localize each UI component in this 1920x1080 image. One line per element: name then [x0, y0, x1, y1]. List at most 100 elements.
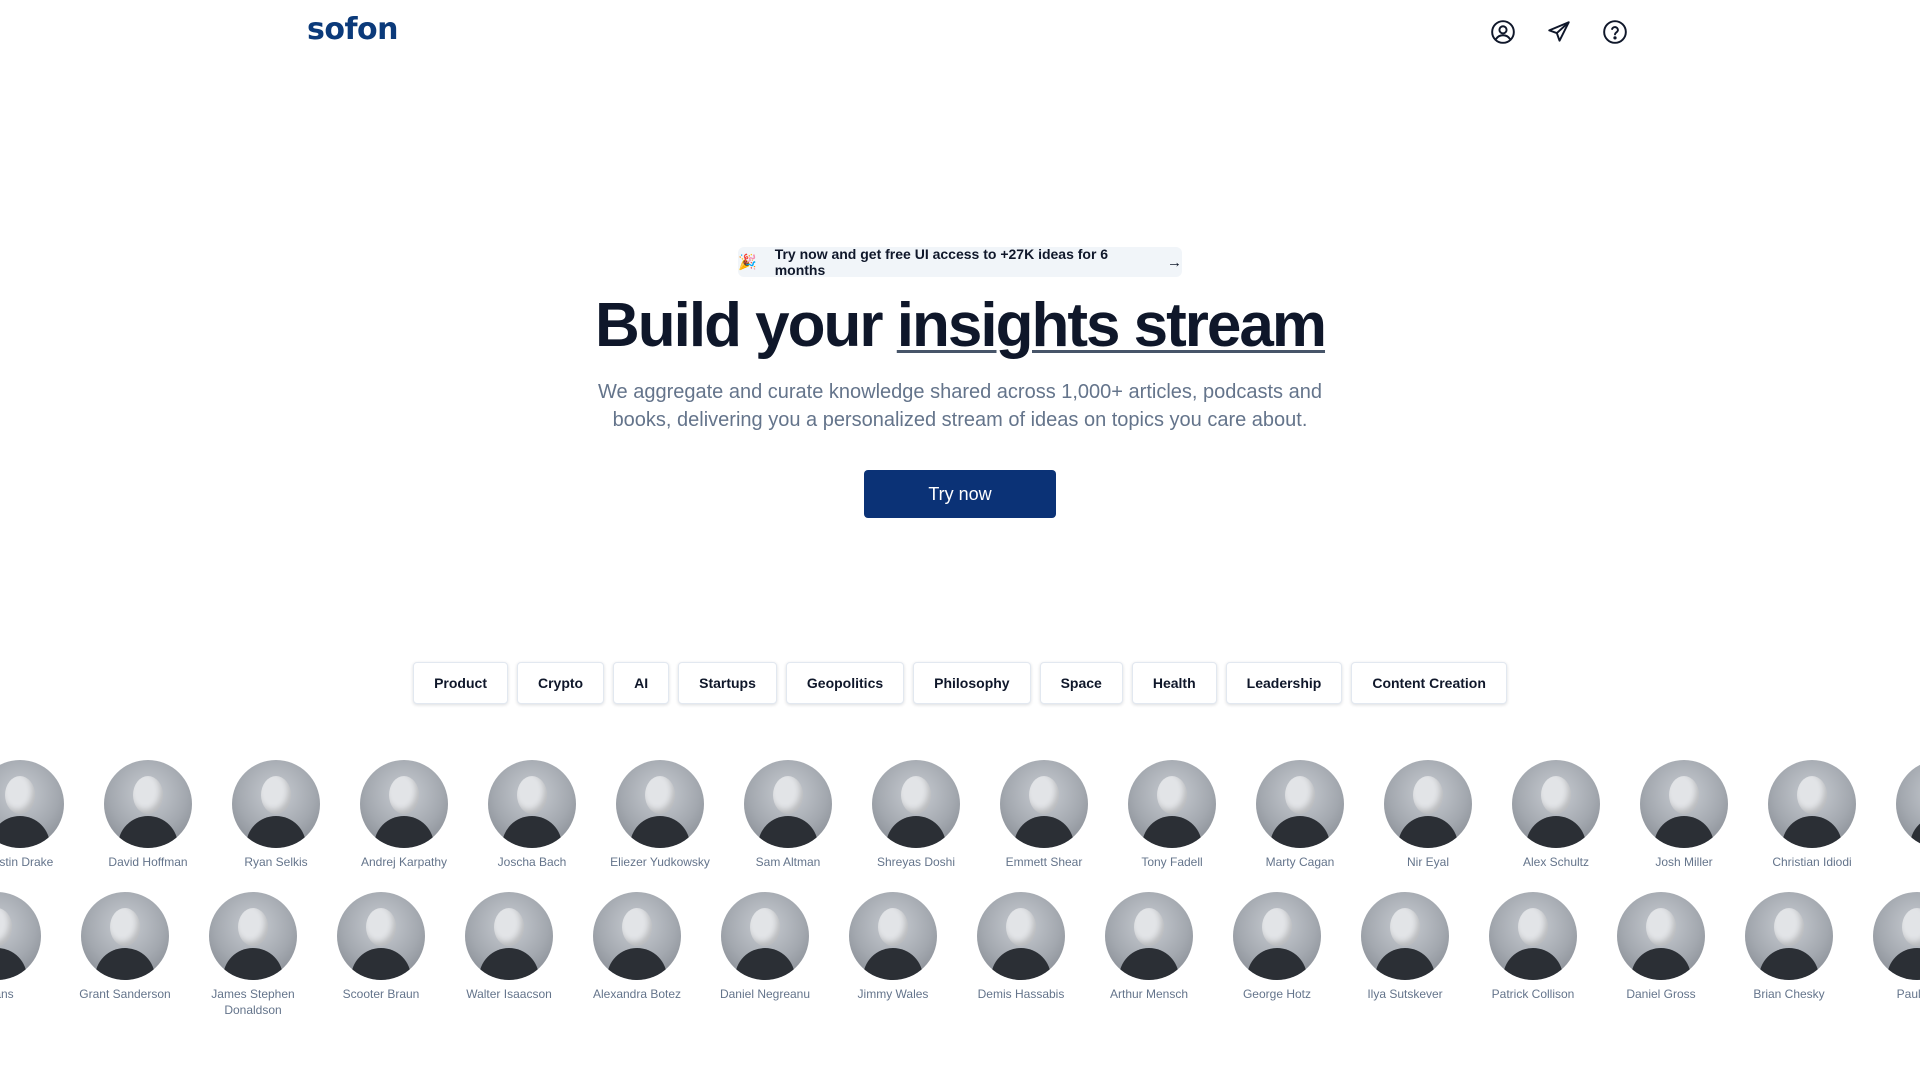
people-row-2: Evans Grant Sanderson James Stephen Donald… — [0, 892, 1920, 1032]
person-card[interactable]: Alex Schultz — [1496, 760, 1616, 870]
avatar — [0, 760, 64, 848]
person-card[interactable]: Ilya Sutskever — [1345, 892, 1465, 1002]
avatar — [1128, 760, 1216, 848]
person-name: Alex Schultz — [1522, 855, 1590, 869]
avatar — [1256, 760, 1344, 848]
site-header: sofon — [0, 0, 1920, 66]
topic-chip[interactable]: Startups — [678, 662, 777, 704]
person-card[interactable]: Brian Chesky — [1729, 892, 1849, 1002]
person-card[interactable]: George Hotz — [1217, 892, 1337, 1002]
person-name: Ryan Selkis — [244, 855, 308, 869]
person-card[interactable]: Christian Idiodi — [1752, 760, 1872, 870]
hero-title-highlight: insights stream — [896, 291, 1327, 360]
person-card[interactable]: Joscha Bach — [472, 760, 592, 870]
avatar — [1361, 892, 1449, 980]
person-name: Daniel Negreanu — [719, 987, 811, 1001]
person-card[interactable]: James Stephen Donaldson — [193, 892, 313, 1018]
hero-title-plain: Build your — [594, 291, 897, 360]
avatar — [1617, 892, 1705, 980]
topic-chip[interactable]: Geopolitics — [785, 662, 905, 704]
person-card[interactable]: Patrick Collison — [1473, 892, 1593, 1002]
person-name: Sam Altman — [755, 855, 821, 869]
person-name: Nir Eyal — [1406, 855, 1449, 869]
avatar — [849, 892, 937, 980]
avatar — [232, 760, 320, 848]
avatar — [81, 892, 169, 980]
person-name: George Hotz — [1242, 987, 1312, 1001]
person-card[interactable]: Emmett Shear — [984, 760, 1104, 870]
person-name: Patrick Collison — [1491, 987, 1575, 1001]
person-card[interactable]: Ryan Selkis — [216, 760, 336, 870]
avatar — [1384, 760, 1472, 848]
person-name: Daniel Gross — [1626, 987, 1696, 1001]
avatar — [1896, 760, 1920, 848]
person-card[interactable]: Evans — [0, 892, 57, 1002]
person-name: Demis Hassabis — [977, 987, 1065, 1001]
person-card[interactable]: Paul Gr — [1857, 892, 1920, 1002]
person-name: Arthur Mensch — [1109, 987, 1189, 1001]
person-card[interactable]: Daniel Gross — [1601, 892, 1721, 1002]
try-now-button[interactable]: Try now — [864, 470, 1056, 518]
avatar — [872, 760, 960, 848]
person-card[interactable]: Alexandra Botez — [577, 892, 697, 1002]
topic-chip[interactable]: Health — [1131, 662, 1217, 704]
avatar — [1873, 892, 1920, 980]
hero-subtitle: We aggregate and curate knowledge shared… — [598, 381, 1322, 431]
person-card[interactable]: Demis Hassabis — [961, 892, 1081, 1002]
topic-chip[interactable]: AI — [613, 662, 670, 704]
person-card[interactable]: Scooter Braun — [321, 892, 441, 1002]
person-name: Tony Fadell — [1141, 855, 1203, 869]
person-card[interactable]: Arthur Mensch — [1089, 892, 1209, 1002]
avatar — [1489, 892, 1577, 980]
header-actions — [1487, 16, 1631, 48]
avatar — [977, 892, 1065, 980]
topic-chip[interactable]: Product — [413, 662, 508, 704]
person-name: Christian Idiodi — [1772, 855, 1852, 869]
person-card[interactable]: Shreyas Doshi — [856, 760, 976, 870]
person-name: Walter Isaacson — [466, 987, 552, 1001]
person-card[interactable]: Justin Drake — [0, 760, 80, 870]
avatar — [104, 760, 192, 848]
person-card[interactable]: David Hoffman — [88, 760, 208, 870]
avatar — [488, 760, 576, 848]
person-name: Justin Drake — [0, 855, 54, 869]
avatar — [721, 892, 809, 980]
person-card[interactable]: Eliezer Yudkowsky — [600, 760, 720, 870]
topic-chip[interactable]: Philosophy — [913, 662, 1031, 704]
person-card[interactable]: Andrej Karpathy — [344, 760, 464, 870]
topic-chip[interactable]: Space — [1039, 662, 1123, 704]
topic-chip[interactable]: Content Creation — [1351, 662, 1507, 704]
people-row-1: Justin Drake David Hoffman Ryan Selkis Andr… — [0, 760, 1920, 900]
hero-title: Build your insights stream — [0, 283, 1920, 369]
profile-icon[interactable] — [1487, 16, 1519, 48]
person-name: Ilya Sutskever — [1367, 987, 1443, 1001]
person-card[interactable]: Grant Sanderson — [65, 892, 185, 1002]
person-card[interactable]: Josh Miller — [1624, 760, 1744, 870]
person-card[interactable]: Marty Cagan — [1240, 760, 1360, 870]
person-card[interactable]: D — [1880, 760, 1920, 870]
avatar — [0, 892, 41, 980]
avatar — [616, 760, 704, 848]
person-name: Emmett Shear — [1005, 855, 1083, 869]
person-card[interactable]: Daniel Negreanu — [705, 892, 825, 1002]
topic-filters: Product Crypto AI Startups Geopolitics Philos… — [0, 662, 1920, 704]
avatar — [1105, 892, 1193, 980]
person-name: Shreyas Doshi — [876, 855, 956, 869]
logo[interactable]: sofon — [307, 12, 399, 47]
promo-banner[interactable]: 🎉 Try now and get free UI access to +27K… — [738, 246, 1182, 278]
avatar — [593, 892, 681, 980]
person-card[interactable]: Sam Altman — [728, 760, 848, 870]
avatar — [1512, 760, 1600, 848]
person-card[interactable]: Nir Eyal — [1368, 760, 1488, 870]
send-icon[interactable] — [1543, 16, 1575, 48]
person-card[interactable]: Tony Fadell — [1112, 760, 1232, 870]
avatar — [744, 760, 832, 848]
help-icon[interactable] — [1599, 16, 1631, 48]
topic-chip[interactable]: Leadership — [1225, 662, 1343, 704]
avatar — [1745, 892, 1833, 980]
person-card[interactable]: Jimmy Wales — [833, 892, 953, 1002]
promo-banner-text: Try now and get free UI access to +27K i… — [774, 246, 1109, 278]
person-card[interactable]: Walter Isaacson — [449, 892, 569, 1002]
topic-chip[interactable]: Crypto — [516, 662, 605, 704]
person-name: Alexandra Botez — [592, 987, 682, 1001]
